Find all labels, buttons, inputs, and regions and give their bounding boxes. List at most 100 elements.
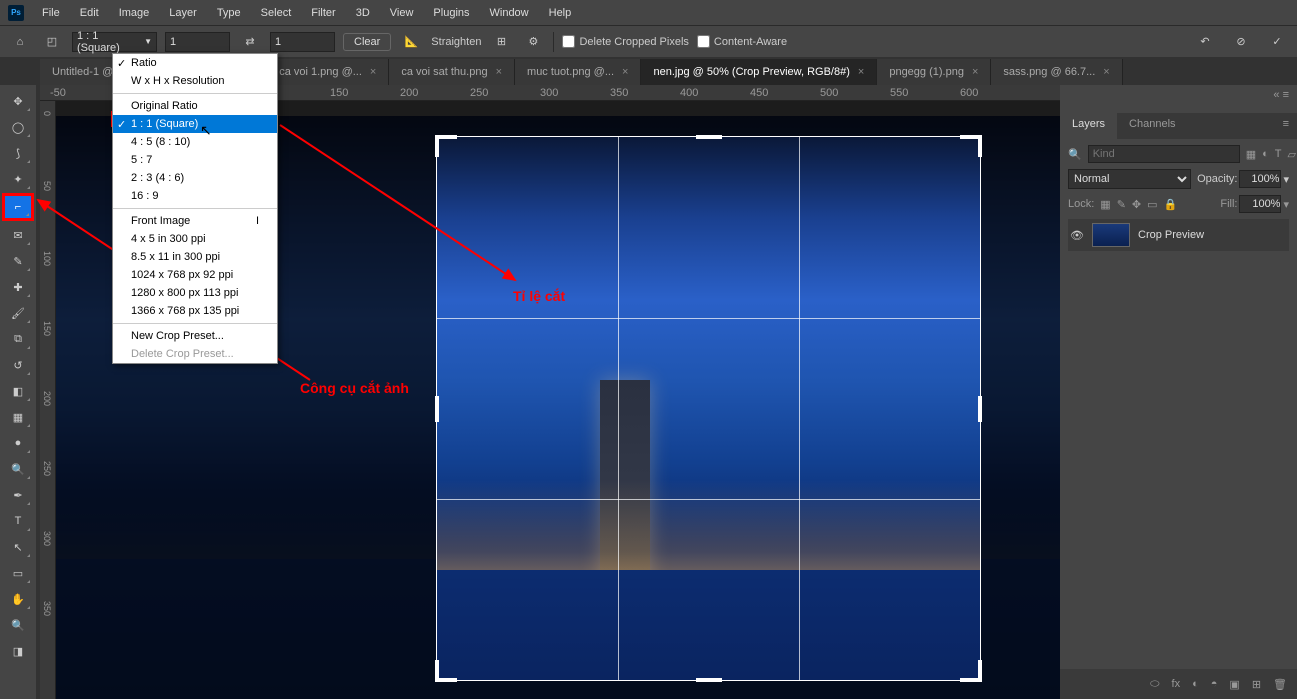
type-tool[interactable]: T bbox=[4, 509, 32, 533]
filter-shape-icon[interactable]: ▱ bbox=[1288, 148, 1296, 161]
ratio-dropdown[interactable]: 1 : 1 (Square) ▼ bbox=[72, 32, 157, 52]
lasso-tool[interactable]: ⟆ bbox=[4, 141, 32, 165]
close-icon[interactable]: × bbox=[1103, 66, 1109, 78]
layer-row[interactable]: 👁 Crop Preview bbox=[1068, 219, 1289, 251]
pen-tool[interactable]: ✒ bbox=[4, 483, 32, 507]
home-icon[interactable]: ⌂ bbox=[8, 30, 32, 54]
menu-filter[interactable]: Filter bbox=[303, 4, 343, 22]
layer-name[interactable]: Crop Preview bbox=[1138, 229, 1204, 241]
dd-preset-1366[interactable]: 1366 x 768 px 135 ppi bbox=[113, 302, 277, 320]
lock-pixels-icon[interactable]: ▦ bbox=[1100, 198, 1110, 211]
lock-all-icon[interactable]: 🔒 bbox=[1164, 198, 1178, 211]
tab-muctuot[interactable]: muc tuot.png @...× bbox=[515, 59, 641, 85]
tab-pngegg[interactable]: pngegg (1).png× bbox=[877, 59, 991, 85]
content-aware-checkbox[interactable]: Content-Aware bbox=[697, 35, 787, 48]
clear-button[interactable]: Clear bbox=[343, 33, 391, 51]
marquee-tool[interactable]: ◯ bbox=[4, 115, 32, 139]
blend-mode-select[interactable]: Normal bbox=[1068, 169, 1191, 189]
menu-plugins[interactable]: Plugins bbox=[425, 4, 477, 22]
dd-preset-85x11[interactable]: 8.5 x 11 in 300 ppi bbox=[113, 248, 277, 266]
new-layer-icon[interactable]: ⊞ bbox=[1252, 678, 1261, 691]
menu-type[interactable]: Type bbox=[209, 4, 249, 22]
path-select-tool[interactable]: ↖ bbox=[4, 535, 32, 559]
close-icon[interactable]: × bbox=[972, 66, 978, 78]
heal-tool[interactable]: ✚ bbox=[4, 275, 32, 299]
tab-layers[interactable]: Layers bbox=[1060, 113, 1117, 139]
history-brush-tool[interactable]: ↺ bbox=[4, 353, 32, 377]
lock-position-icon[interactable]: ✥ bbox=[1132, 198, 1141, 211]
filter-type-icon[interactable]: T bbox=[1275, 148, 1282, 161]
fill-input[interactable] bbox=[1239, 195, 1281, 213]
dd-4-5[interactable]: 4 : 5 (8 : 10) bbox=[113, 133, 277, 151]
tab-cavoi1[interactable]: ca voi 1.png @...× bbox=[267, 59, 389, 85]
swap-icon[interactable]: ⇄ bbox=[238, 30, 262, 54]
crop-tool-icon[interactable]: ◰ bbox=[40, 30, 64, 54]
adjustment-icon[interactable]: ◓ bbox=[1211, 678, 1218, 690]
menu-help[interactable]: Help bbox=[541, 4, 580, 22]
dd-new-preset[interactable]: New Crop Preset... bbox=[113, 327, 277, 345]
close-icon[interactable]: × bbox=[622, 66, 628, 78]
trash-icon[interactable]: 🗑 bbox=[1273, 678, 1287, 691]
dd-5-7[interactable]: 5 : 7 bbox=[113, 151, 277, 169]
dd-whres[interactable]: W x H x Resolution bbox=[113, 72, 277, 90]
filter-pixel-icon[interactable]: ▦ bbox=[1246, 148, 1256, 161]
eyedropper-tool[interactable]: ✎ bbox=[4, 249, 32, 273]
gradient-tool[interactable]: ▦ bbox=[4, 405, 32, 429]
mask-icon[interactable]: ◐ bbox=[1192, 678, 1199, 690]
filter-adjust-icon[interactable]: ◐ bbox=[1262, 148, 1269, 161]
dodge-tool[interactable]: 🔍 bbox=[4, 457, 32, 481]
close-icon[interactable]: × bbox=[370, 66, 376, 78]
zoom-tool[interactable]: 🔍 bbox=[4, 613, 32, 637]
menu-file[interactable]: File bbox=[34, 4, 68, 22]
link-layers-icon[interactable]: ⬭ bbox=[1150, 678, 1159, 691]
panel-collapse-icon[interactable]: « ≡ bbox=[1060, 85, 1297, 113]
tab-channels[interactable]: Channels bbox=[1117, 113, 1187, 139]
crop-tool[interactable]: ⌐ bbox=[2, 193, 34, 221]
close-icon[interactable]: × bbox=[858, 66, 864, 78]
dd-original[interactable]: Original Ratio bbox=[113, 97, 277, 115]
hand-tool[interactable]: ✋ bbox=[4, 587, 32, 611]
gear-icon[interactable]: ⚙ bbox=[521, 30, 545, 54]
eraser-tool[interactable]: ◧ bbox=[4, 379, 32, 403]
fx-icon[interactable]: fx bbox=[1172, 678, 1181, 690]
crop-box[interactable] bbox=[436, 136, 981, 681]
blur-tool[interactable]: ● bbox=[4, 431, 32, 455]
dd-ratio[interactable]: Ratio bbox=[113, 54, 277, 72]
straighten-icon[interactable]: 📐 bbox=[399, 30, 423, 54]
brush-tool[interactable]: 🖌 bbox=[4, 301, 32, 325]
reset-icon[interactable]: ↶ bbox=[1193, 30, 1217, 54]
menu-3d[interactable]: 3D bbox=[348, 4, 378, 22]
lock-artboard-icon[interactable]: ▭ bbox=[1147, 198, 1157, 211]
menu-image[interactable]: Image bbox=[111, 4, 158, 22]
layer-thumbnail[interactable] bbox=[1092, 223, 1130, 247]
frame-tool[interactable]: ✉ bbox=[4, 223, 32, 247]
kind-filter-input[interactable] bbox=[1088, 145, 1240, 163]
dd-preset-1024[interactable]: 1024 x 768 px 92 ppi bbox=[113, 266, 277, 284]
shape-tool[interactable]: ▭ bbox=[4, 561, 32, 585]
opacity-input[interactable] bbox=[1239, 170, 1281, 188]
close-icon[interactable]: × bbox=[496, 66, 502, 78]
dd-preset-1280[interactable]: 1280 x 800 px 113 ppi bbox=[113, 284, 277, 302]
group-icon[interactable]: ▣ bbox=[1229, 678, 1239, 691]
menu-window[interactable]: Window bbox=[482, 4, 537, 22]
dd-16-9[interactable]: 16 : 9 bbox=[113, 187, 277, 205]
lock-brush-icon[interactable]: ✎ bbox=[1117, 198, 1126, 211]
wand-tool[interactable]: ✦ bbox=[4, 167, 32, 191]
tab-sass[interactable]: sass.png @ 66.7...× bbox=[991, 59, 1122, 85]
menu-select[interactable]: Select bbox=[253, 4, 300, 22]
stamp-tool[interactable]: ⧉ bbox=[4, 327, 32, 351]
menu-layer[interactable]: Layer bbox=[161, 4, 205, 22]
commit-icon[interactable]: ✓ bbox=[1265, 30, 1289, 54]
ratio-dropdown-menu[interactable]: Ratio W x H x Resolution Original Ratio … bbox=[112, 53, 278, 364]
visibility-icon[interactable]: 👁 bbox=[1070, 229, 1084, 242]
dd-front-image[interactable]: Front ImageI bbox=[113, 212, 277, 230]
delete-cropped-checkbox[interactable]: Delete Cropped Pixels bbox=[562, 35, 688, 48]
move-tool[interactable]: ✥ bbox=[4, 89, 32, 113]
dd-preset-4x5[interactable]: 4 x 5 in 300 ppi bbox=[113, 230, 277, 248]
dd-1-1[interactable]: 1 : 1 (Square) bbox=[113, 115, 277, 133]
menu-edit[interactable]: Edit bbox=[72, 4, 107, 22]
color-swatch[interactable]: ◨ bbox=[4, 639, 32, 663]
cancel-icon[interactable]: ⊘ bbox=[1229, 30, 1253, 54]
tab-cavoisatthu[interactable]: ca voi sat thu.png× bbox=[389, 59, 515, 85]
overlay-grid-icon[interactable]: ⊞ bbox=[489, 30, 513, 54]
